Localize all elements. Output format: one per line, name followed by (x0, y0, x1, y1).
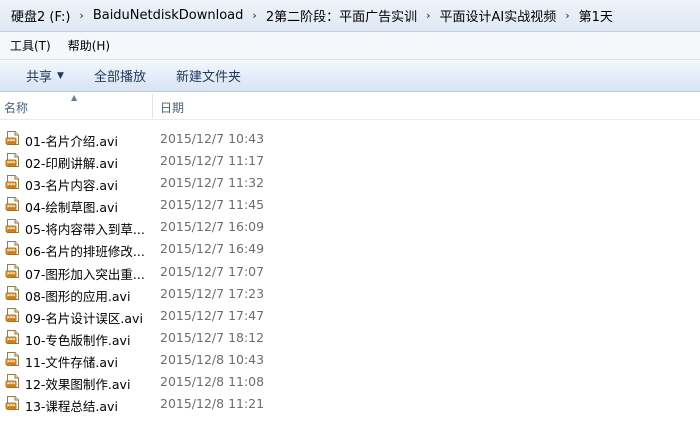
breadcrumb-current-folder[interactable]: 第1天 (576, 6, 616, 25)
file-row[interactable]: 06-名片的排班修改... 2015/12/7 16:49 (0, 237, 700, 259)
column-header-date[interactable]: 日期 (160, 99, 184, 116)
share-button[interactable]: 共享 ▼ (0, 66, 79, 85)
file-name: 08-图形的应用.avi (25, 288, 131, 304)
file-row[interactable]: 08-图形的应用.avi 2015/12/7 17:23 (0, 282, 700, 304)
file-row[interactable]: 12-效果图制作.avi 2015/12/8 11:08 (0, 370, 700, 392)
file-date: 2015/12/8 11:21 (160, 396, 265, 412)
file-date: 2015/12/7 18:12 (160, 329, 265, 345)
video-file-icon (5, 130, 21, 146)
breadcrumb: 硬盘2 (F:) › BaiduNetdiskDownload › 2第二阶段：… (8, 5, 694, 25)
file-date: 2015/12/7 16:49 (160, 241, 265, 257)
file-name: 12-效果图制作.avi (25, 377, 131, 393)
breadcrumb-separator-icon[interactable]: › (420, 9, 436, 22)
video-file-icon (5, 395, 21, 411)
file-name: 02-印刷讲解.avi (25, 156, 118, 172)
file-row[interactable]: 02-印刷讲解.avi 2015/12/7 11:17 (0, 149, 700, 171)
video-file-icon (5, 196, 21, 212)
menu-tools[interactable]: 工具(T) (0, 37, 58, 54)
file-row[interactable]: 09-名片设计误区.avi 2015/12/7 17:47 (0, 304, 700, 326)
file-date: 2015/12/7 17:47 (160, 307, 265, 323)
file-row[interactable]: 04-绘制草图.avi 2015/12/7 11:45 (0, 193, 700, 215)
video-file-icon (5, 240, 21, 256)
video-file-icon (5, 263, 21, 279)
file-row[interactable]: 11-文件存储.avi 2015/12/8 10:43 (0, 348, 700, 370)
file-row[interactable]: 05-将内容带入到草... 2015/12/7 16:09 (0, 215, 700, 237)
breadcrumb-separator-icon[interactable]: › (246, 9, 262, 22)
file-name: 03-名片内容.avi (25, 178, 118, 194)
breadcrumb-separator-icon[interactable]: › (559, 9, 575, 22)
column-divider[interactable] (152, 94, 153, 118)
file-name: 13-课程总结.avi (25, 399, 118, 415)
file-name: 11-文件存储.avi (25, 354, 118, 370)
sort-ascending-icon: ▲ (71, 93, 78, 102)
breadcrumb-separator-icon[interactable]: › (73, 9, 89, 22)
file-date: 2015/12/7 10:43 (160, 131, 265, 146)
file-name: 10-专色版制作.avi (25, 332, 131, 348)
file-row[interactable]: 03-名片内容.avi 2015/12/7 11:32 (0, 171, 700, 193)
file-name: 05-将内容带入到草... (25, 222, 145, 238)
file-name: 06-名片的排班修改... (25, 244, 145, 260)
menu-help[interactable]: 帮助(H) (58, 37, 117, 54)
command-toolbar: 共享 ▼ 全部播放 新建文件夹 (0, 60, 700, 92)
video-file-icon (5, 329, 21, 345)
video-file-icon (5, 152, 21, 168)
breadcrumb-drive[interactable]: 硬盘2 (F:) (8, 6, 73, 25)
file-row[interactable]: 01-名片介绍.avi 2015/12/7 10:43 (0, 127, 700, 149)
breadcrumb-course-folder[interactable]: 平面设计AI实战视频 (437, 6, 560, 25)
video-file-icon (5, 307, 21, 323)
new-folder-label: 新建文件夹 (175, 70, 241, 85)
breadcrumb-stage-folder[interactable]: 2第二阶段：平面广告实训 (263, 6, 420, 25)
file-date: 2015/12/7 17:07 (160, 263, 265, 279)
file-row[interactable]: 07-图形加入突出重... 2015/12/7 17:07 (0, 260, 700, 282)
file-date: 2015/12/7 11:32 (160, 175, 265, 191)
file-date: 2015/12/7 11:17 (160, 153, 265, 169)
new-folder-button[interactable]: 新建文件夹 (161, 66, 256, 85)
play-all-label: 全部播放 (93, 70, 146, 85)
video-file-icon (5, 174, 21, 190)
column-header: ▲ 名称 日期 (0, 92, 700, 120)
video-file-icon (5, 351, 21, 367)
menu-bar: 工具(T) 帮助(H) (0, 32, 700, 60)
file-date: 2015/12/7 17:23 (160, 285, 265, 301)
breadcrumb-download-folder[interactable]: BaiduNetdiskDownload (90, 8, 247, 23)
file-date: 2015/12/8 11:08 (160, 374, 265, 390)
share-label: 共享 (26, 70, 53, 85)
file-date: 2015/12/7 11:45 (160, 197, 265, 213)
file-name: 04-绘制草图.avi (25, 200, 118, 216)
play-all-button[interactable]: 全部播放 (79, 66, 161, 85)
chevron-down-icon: ▼ (57, 70, 64, 81)
file-name: 09-名片设计误区.avi (25, 310, 143, 326)
video-file-icon (5, 218, 21, 234)
file-name: 07-图形加入突出重... (25, 266, 145, 282)
file-date: 2015/12/7 16:09 (160, 219, 265, 235)
video-file-icon (5, 285, 21, 301)
video-file-icon (5, 373, 21, 389)
file-date: 2015/12/8 10:43 (160, 351, 265, 367)
file-name: 01-名片介绍.avi (25, 134, 118, 149)
address-bar[interactable]: 硬盘2 (F:) › BaiduNetdiskDownload › 2第二阶段：… (0, 0, 700, 32)
file-row[interactable]: 10-专色版制作.avi 2015/12/7 18:12 (0, 326, 700, 348)
column-header-name[interactable]: 名称 (4, 99, 28, 116)
file-row[interactable]: 13-课程总结.avi 2015/12/8 11:21 (0, 392, 700, 414)
file-list: 01-名片介绍.avi 2015/12/7 10:43 02-印刷讲解.avi 201… (0, 127, 700, 414)
